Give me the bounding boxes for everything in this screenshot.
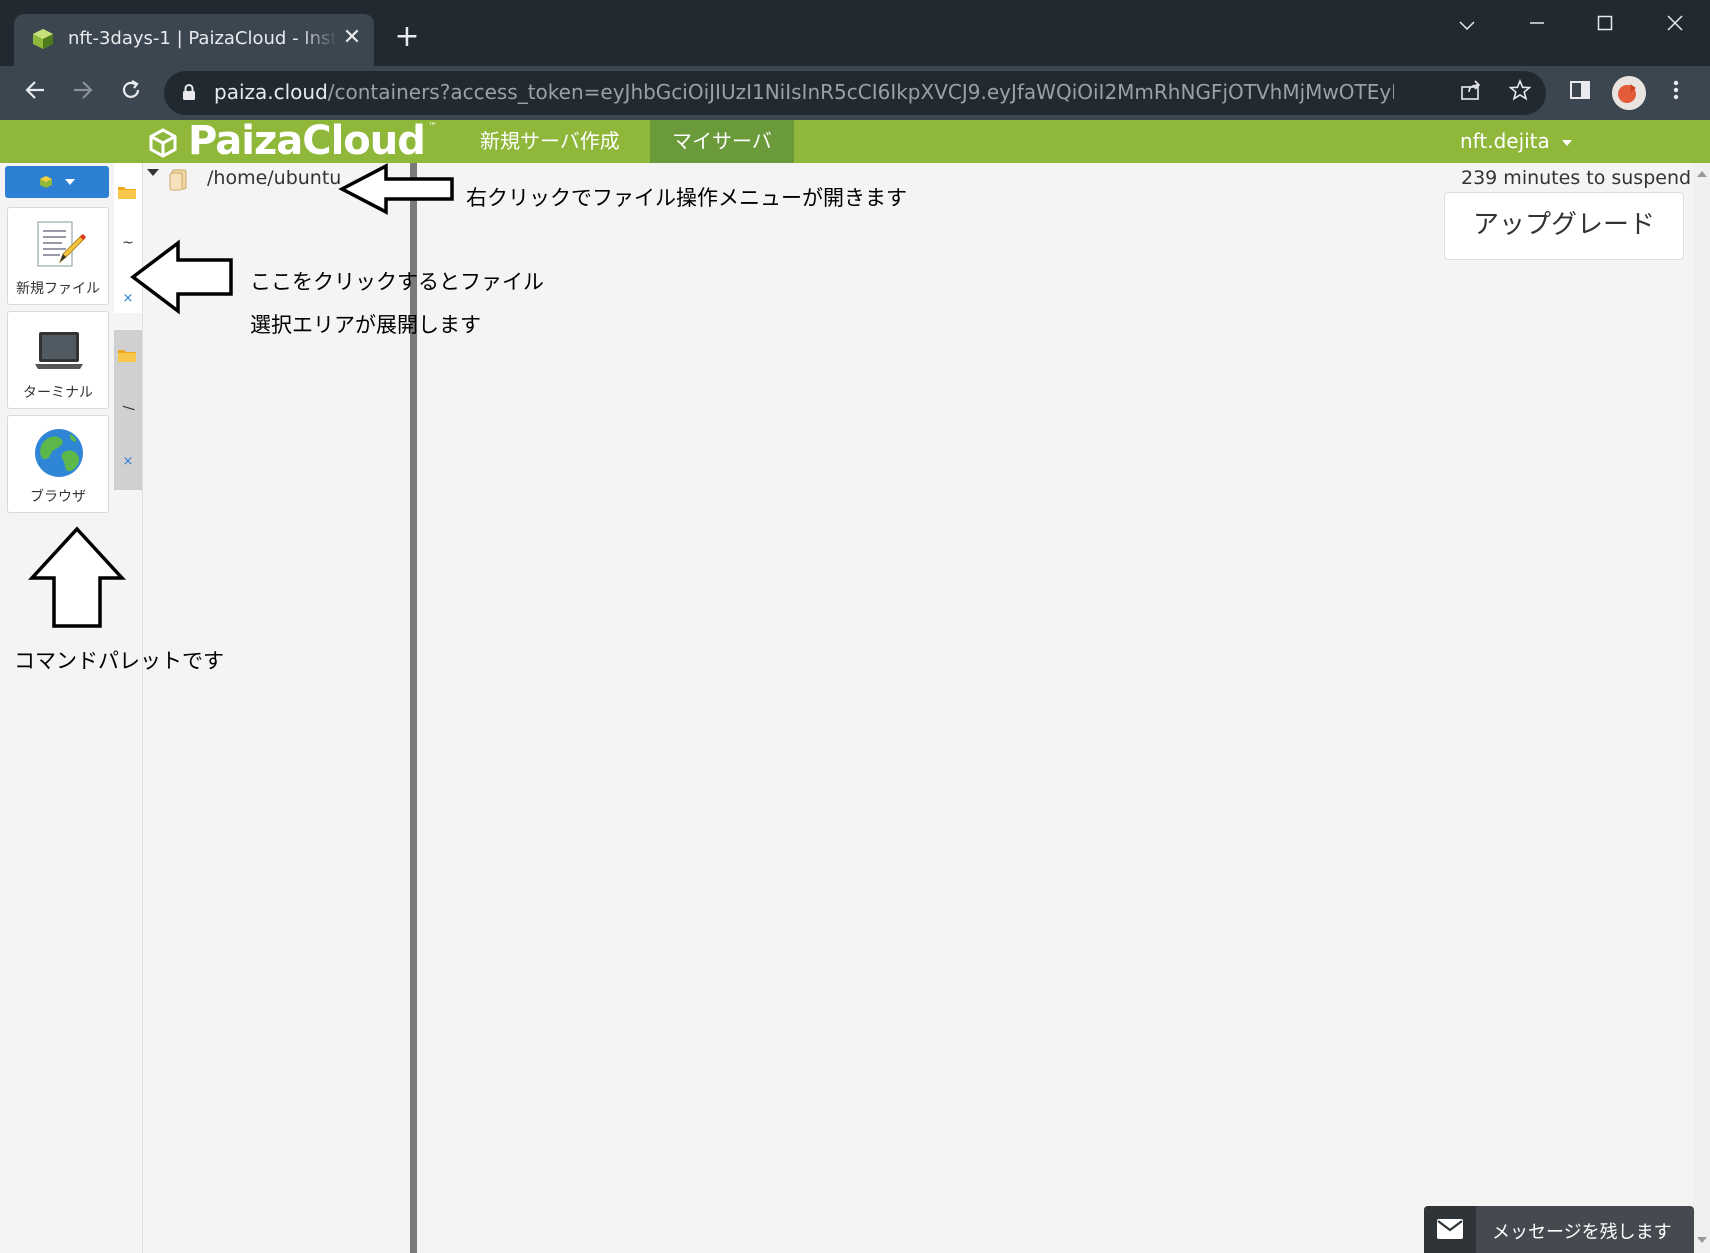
command-terminal[interactable]: ターミナル	[7, 311, 109, 409]
minimize-icon[interactable]	[1512, 8, 1562, 40]
back-icon[interactable]	[16, 74, 54, 112]
tab-close-icon[interactable]: ✕	[338, 24, 366, 52]
url-text: paiza.cloud/containers?access_token=eyJh…	[214, 80, 1394, 106]
maximize-icon[interactable]	[1580, 8, 1630, 40]
upgrade-button[interactable]: アップグレード	[1444, 192, 1684, 260]
arrow-left-annotation-icon	[338, 163, 454, 215]
bookmark-star-icon[interactable]	[1506, 78, 1534, 107]
paizacloud-favicon-icon	[33, 29, 53, 49]
annotation-file-menu: 右クリックでファイル操作メニューが開きます	[466, 186, 907, 210]
file-tab-label: /	[120, 405, 136, 411]
palette-dropdown-button[interactable]	[5, 166, 109, 198]
folder-icon	[118, 350, 136, 362]
editor-area[interactable]: 239 minutes to suspend アップグレード	[417, 163, 1693, 1253]
user-menu[interactable]: nft.dejita	[1460, 120, 1573, 163]
paizacloud-small-icon	[40, 176, 52, 188]
paizacloud-logo-icon	[149, 128, 177, 158]
nav-my-server[interactable]: マイサーバ	[650, 120, 794, 163]
side-panel-icon[interactable]	[1566, 79, 1594, 107]
command-new-file[interactable]: 新規ファイル	[7, 207, 109, 305]
browser-toolbar: paiza.cloud/containers?access_token=eyJh…	[0, 66, 1710, 120]
annotation-file-area-line1: ここをクリックするとファイル	[250, 270, 544, 294]
logo-text: PaizaCloud	[188, 118, 426, 164]
command-label: 新規ファイル	[16, 281, 100, 297]
message-label: メッセージを残します	[1492, 1222, 1672, 1243]
globe-icon	[35, 429, 83, 477]
scroll-down-arrow-icon[interactable]	[1697, 1237, 1707, 1243]
command-palette: 新規ファイル ターミナル ブラウザ	[2, 163, 114, 1253]
logo-trademark: ™	[428, 122, 437, 132]
envelope-icon	[1437, 1219, 1463, 1239]
nav-new-server[interactable]: 新規サーバ作成	[458, 120, 642, 163]
caret-down-icon	[65, 179, 75, 185]
terminal-icon	[35, 332, 83, 369]
caret-down-icon	[1562, 139, 1573, 146]
tab-title: nft-3days-1 | PaizaCloud - Instant	[68, 28, 338, 49]
app-navbar: PaizaCloud ™ 新規サーバ作成 マイサーバ nft.dejita	[0, 118, 1710, 164]
command-browser[interactable]: ブラウザ	[7, 415, 109, 513]
scroll-up-arrow-icon[interactable]	[1697, 171, 1707, 177]
page-scrollbar[interactable]	[1693, 163, 1710, 1253]
close-window-icon[interactable]	[1650, 8, 1700, 40]
annotation-palette: コマンドパレットです	[14, 649, 224, 673]
arrow-left-annotation-icon	[130, 239, 233, 315]
directory-icon	[169, 169, 187, 191]
reload-icon[interactable]	[112, 74, 150, 112]
browser-tab-strip: nft-3days-1 | PaizaCloud - Instant ✕ +	[0, 0, 1710, 66]
suspend-timer: 239 minutes to suspend	[1461, 167, 1692, 189]
annotation-file-area-line2: 選択エリアが展開します	[250, 313, 481, 337]
profile-avatar[interactable]	[1612, 76, 1646, 110]
file-tab-close-icon[interactable]: ×	[114, 454, 142, 469]
share-icon[interactable]	[1457, 79, 1485, 107]
browser-tab[interactable]: nft-3days-1 | PaizaCloud - Instant ✕	[14, 14, 374, 66]
url-host: paiza.cloud	[214, 80, 328, 104]
file-area-tab-root[interactable]: / ×	[114, 330, 142, 490]
new-file-icon	[37, 221, 86, 267]
folder-icon	[118, 187, 136, 199]
address-bar[interactable]: paiza.cloud/containers?access_token=eyJh…	[164, 71, 1546, 115]
leave-message-widget[interactable]: メッセージを残します	[1424, 1206, 1694, 1253]
tab-search-icon[interactable]	[1442, 8, 1492, 40]
new-tab-button[interactable]: +	[392, 22, 422, 52]
forward-icon[interactable]	[64, 74, 102, 112]
lock-icon[interactable]	[182, 83, 196, 101]
user-name: nft.dejita	[1460, 129, 1550, 153]
command-label: ブラウザ	[30, 489, 86, 505]
kebab-menu-icon[interactable]	[1662, 79, 1690, 107]
message-icon-box	[1424, 1206, 1476, 1253]
arrow-up-annotation-icon	[28, 526, 126, 628]
command-label: ターミナル	[23, 385, 93, 401]
url-path: /containers?access_token=eyJhbGciOiJIUzI…	[327, 80, 1394, 104]
tree-root-path[interactable]: /home/ubuntu	[207, 167, 341, 189]
tree-expand-caret-icon[interactable]	[147, 169, 159, 176]
